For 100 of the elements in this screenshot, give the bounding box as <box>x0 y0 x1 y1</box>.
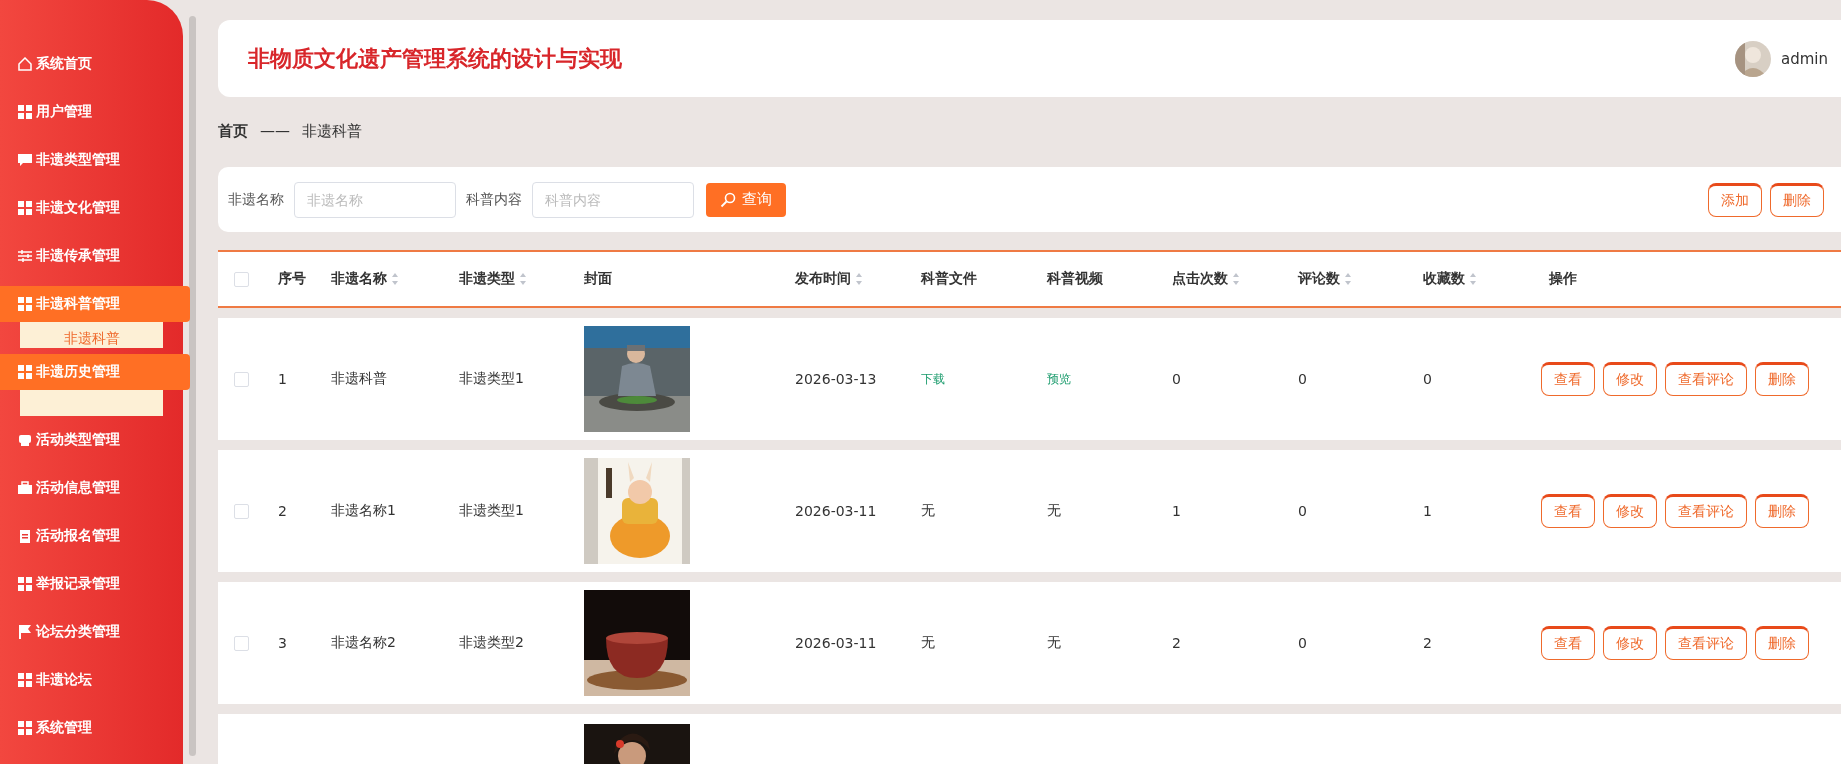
sidebar-item[interactable]: 系统管理 <box>0 704 183 752</box>
printer-icon <box>18 433 32 447</box>
breadcrumb-link[interactable]: 首页 <box>218 121 248 141</box>
row-checkbox[interactable] <box>234 635 249 651</box>
table-cell: 2026-03-11 <box>795 635 877 651</box>
briefcase-icon <box>18 481 32 495</box>
sidebar-item[interactable]: 举报记录管理 <box>0 560 183 608</box>
submenu-item[interactable]: 非遗科普 <box>63 330 120 348</box>
file-link[interactable]: 预览 <box>1047 370 1071 388</box>
flag-icon <box>18 625 32 639</box>
row-checkbox[interactable] <box>234 503 249 519</box>
row-checkbox[interactable] <box>234 371 249 387</box>
row-action-button[interactable]: 删除 <box>1755 494 1809 528</box>
grid-icon <box>18 673 32 687</box>
row-action-button[interactable]: 查看评论 <box>1665 362 1747 396</box>
table-cell: 2 <box>1423 635 1432 651</box>
field-label: 科普内容 <box>466 190 522 209</box>
breadcrumb-separator: —— <box>260 122 290 140</box>
table-cell: 无 <box>921 634 935 652</box>
sidebar-item[interactable]: 非遗历史管理 <box>0 354 190 390</box>
table-cell: 非遗科普 <box>331 370 387 388</box>
column-header[interactable]: 收藏数 <box>1423 270 1465 288</box>
row-action-button[interactable]: 修改 <box>1603 626 1657 660</box>
search-button[interactable]: 查询 <box>706 182 786 217</box>
grid-icon <box>18 297 32 311</box>
sidebar-item[interactable]: 论坛分类管理 <box>0 608 183 656</box>
row-action-button[interactable]: 删除 <box>1755 362 1809 396</box>
toolbar-button[interactable]: 删除 <box>1770 182 1824 217</box>
sort-icon[interactable] <box>519 272 527 286</box>
row-action-button[interactable]: 修改 <box>1603 494 1657 528</box>
sidebar-item[interactable]: 非遗传承管理 <box>0 232 183 280</box>
sidebar-item[interactable]: 活动信息管理 <box>0 464 183 512</box>
table-cell: 无 <box>1047 502 1061 520</box>
row-action-button[interactable]: 查看 <box>1541 362 1595 396</box>
column-header[interactable]: 点击次数 <box>1172 270 1228 288</box>
chat-icon <box>18 153 32 167</box>
row-action-button[interactable]: 查看评论 <box>1665 494 1747 528</box>
sidebar-item[interactable]: 活动类型管理 <box>0 416 183 464</box>
sliders-icon <box>18 249 32 263</box>
sidebar-item[interactable]: 非遗文化管理 <box>0 184 183 232</box>
grid-icon <box>18 105 32 119</box>
table-cell: 非遗名称1 <box>331 502 396 520</box>
row-action-button[interactable]: 查看 <box>1541 626 1595 660</box>
row-action-button[interactable]: 修改 <box>1603 362 1657 396</box>
table-cell: 0 <box>1423 371 1432 387</box>
table-cell: 0 <box>1298 503 1307 519</box>
sort-icon[interactable] <box>391 272 399 286</box>
table-cell: 无 <box>921 502 935 520</box>
field-label: 非遗名称 <box>228 190 284 209</box>
table-cell: 0 <box>1298 371 1307 387</box>
table-cell: 非遗类型1 <box>459 370 524 388</box>
column-header[interactable]: 非遗名称 <box>331 270 387 288</box>
grid-icon <box>18 721 32 735</box>
sidebar-item[interactable]: 活动报名管理 <box>0 512 183 560</box>
sidebar-item[interactable]: 非遗类型管理 <box>0 136 183 184</box>
sort-icon[interactable] <box>855 272 863 286</box>
breadcrumb-current: 非遗科普 <box>302 121 362 141</box>
app-title: 非物质文化遗产管理系统的设计与实现 <box>248 44 622 73</box>
row-action-button[interactable]: 删除 <box>1755 626 1809 660</box>
column-header[interactable]: 发布时间 <box>795 270 851 288</box>
sidebar-item[interactable]: 非遗论坛 <box>0 656 183 704</box>
sort-icon[interactable] <box>1469 272 1477 286</box>
search-field[interactable]: 非遗名称 <box>294 181 456 218</box>
grid-icon <box>18 365 32 379</box>
sort-icon[interactable] <box>1232 272 1240 286</box>
table-cell: 2 <box>278 503 287 519</box>
table-cell: 2026-03-13 <box>795 371 877 387</box>
column-header: 科普视频 <box>1047 270 1103 288</box>
sort-icon[interactable] <box>1344 272 1352 286</box>
clipboard-icon <box>18 529 32 543</box>
search-field[interactable]: 科普内容 <box>532 181 694 218</box>
table-cell: 1 <box>278 371 287 387</box>
table-cell: 0 <box>1172 371 1181 387</box>
table-cell: 无 <box>1047 634 1061 652</box>
column-header[interactable]: 评论数 <box>1298 270 1340 288</box>
grid-icon <box>18 577 32 591</box>
select-all-checkbox[interactable] <box>234 271 249 287</box>
scrollbar[interactable] <box>189 16 196 756</box>
toolbar-button[interactable]: 添加 <box>1708 182 1762 217</box>
search-icon <box>720 191 736 208</box>
row-action-button[interactable]: 查看 <box>1541 494 1595 528</box>
table-cell: 3 <box>278 635 287 651</box>
table-cell: 非遗类型1 <box>459 502 524 520</box>
file-link[interactable]: 下载 <box>921 370 945 388</box>
column-header: 序号 <box>278 270 306 288</box>
table-cell: 2 <box>1172 635 1181 651</box>
column-header: 操作 <box>1549 270 1577 288</box>
user-name[interactable]: admin <box>1781 49 1828 68</box>
sidebar-item[interactable]: 系统首页 <box>0 40 183 88</box>
table-cell: 0 <box>1298 635 1307 651</box>
home-icon <box>18 57 32 71</box>
row-action-button[interactable]: 查看评论 <box>1665 626 1747 660</box>
table-cell: 1 <box>1172 503 1181 519</box>
column-header[interactable]: 非遗类型 <box>459 270 515 288</box>
sidebar-item[interactable]: 非遗科普管理 <box>0 286 190 322</box>
table-cell: 非遗名称2 <box>331 634 396 652</box>
column-header: 科普文件 <box>921 270 977 288</box>
column-header: 封面 <box>584 270 612 288</box>
sidebar-item[interactable]: 用户管理 <box>0 88 183 136</box>
table-cell: 非遗类型2 <box>459 634 524 652</box>
